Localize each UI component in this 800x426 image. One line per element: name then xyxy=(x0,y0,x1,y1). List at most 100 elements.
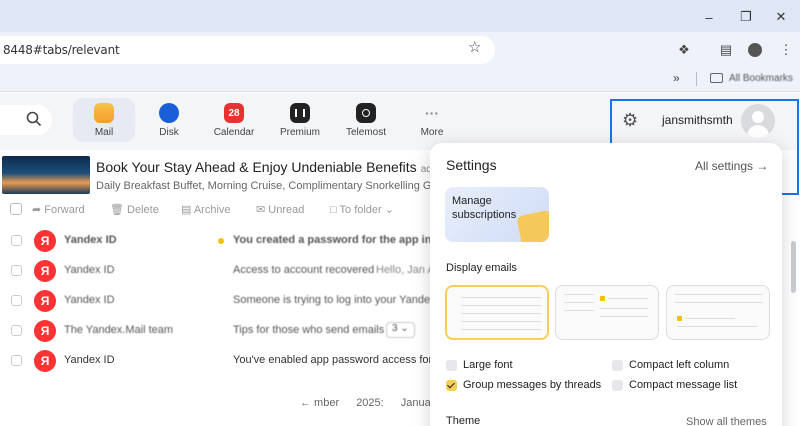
compact-left-checkbox[interactable] xyxy=(612,360,623,371)
message-row[interactable]: Я Yandex ID You created a password for t… xyxy=(0,226,473,256)
message-row[interactable]: Я Yandex ID Someone is trying to log int… xyxy=(0,286,456,316)
message-subject: You've enabled app password access for t… xyxy=(233,354,453,366)
chevron-down-icon: ⌄ xyxy=(397,323,409,334)
message-subject: Access to account recovered xyxy=(233,264,375,276)
close-icon[interactable]: ✕ xyxy=(770,6,792,28)
manage-subscriptions-card[interactable]: Manage subscriptions xyxy=(445,187,549,242)
service-label: Mail xyxy=(94,127,114,138)
compact-list-checkbox[interactable] xyxy=(612,380,623,391)
archive-icon: ▤ xyxy=(181,204,194,216)
sender-avatar: Я xyxy=(34,320,56,342)
message-subject: Tips for those who send emails xyxy=(233,324,385,336)
minimize-icon[interactable]: – xyxy=(698,6,720,28)
service-calendar[interactable]: 28 Calendar xyxy=(203,98,265,142)
service-premium[interactable]: Premium xyxy=(269,98,331,142)
theme-heading: Theme xyxy=(446,415,481,426)
message-row[interactable]: Я Yandex ID You've enabled app password … xyxy=(0,346,452,376)
folder-icon[interactable] xyxy=(710,73,723,83)
compact-left-label[interactable]: Compact left column xyxy=(629,359,729,371)
url-text: 8448#tabs/relevant xyxy=(3,43,120,57)
message-sender: Yandex ID xyxy=(64,294,115,306)
forward-button[interactable]: ➦ Forward xyxy=(32,203,85,216)
scrollbar[interactable] xyxy=(791,241,796,293)
manage-subscriptions-label: Manage subscriptions xyxy=(452,195,517,221)
layout-option-list[interactable] xyxy=(445,285,549,340)
message-subject: Someone is trying to log into your Yande… xyxy=(233,294,456,306)
envelope-icon: ✉ xyxy=(256,204,269,216)
extensions-icon[interactable]: ❖ xyxy=(674,40,694,60)
row-checkbox[interactable] xyxy=(11,355,22,366)
more-icon[interactable]: ⋮ xyxy=(776,40,796,60)
ad-banner[interactable]: Book Your Stay Ahead & Enjoy Undeniable … xyxy=(0,154,458,196)
unread-dot[interactable] xyxy=(218,238,224,244)
message-sender: The Yandex.Mail team xyxy=(64,324,174,336)
group-threads-label[interactable]: Group messages by threads xyxy=(463,379,601,391)
display-emails-heading: Display emails xyxy=(446,262,517,274)
compact-list-label[interactable]: Compact message list xyxy=(629,379,737,391)
settings-popover: Settings All settings → Manage subscripti… xyxy=(430,143,782,426)
message-row[interactable]: Я The Yandex.Mail team Tips for those wh… xyxy=(0,316,440,346)
premium-icon xyxy=(290,103,310,123)
large-font-label[interactable]: Large font xyxy=(463,359,513,371)
layout-option-split-horizontal[interactable] xyxy=(666,285,770,340)
forward-icon: ➦ xyxy=(32,204,45,216)
address-bar[interactable]: 8448#tabs/relevant ☆ xyxy=(0,36,495,64)
divider xyxy=(696,72,697,86)
sender-avatar: Я xyxy=(34,230,56,252)
calendar-icon: 28 xyxy=(224,103,244,123)
profile-icon[interactable] xyxy=(745,40,765,60)
archive-button[interactable]: ▤ Archive xyxy=(181,203,231,216)
service-telemost[interactable]: Telemost xyxy=(335,98,397,142)
restore-icon[interactable]: ❐ xyxy=(735,6,757,28)
select-all-checkbox[interactable] xyxy=(10,203,22,215)
chevron-right-icon[interactable]: » xyxy=(673,71,680,85)
search-box[interactable] xyxy=(0,105,52,135)
sender-avatar: Я xyxy=(34,260,56,282)
ad-image xyxy=(2,156,90,194)
pager-prev[interactable]: ← mber xyxy=(300,397,339,409)
unread-button[interactable]: ✉ Unread xyxy=(256,203,304,216)
row-checkbox[interactable] xyxy=(11,295,22,306)
message-sender: Yandex ID xyxy=(64,234,117,246)
browser-titlebar: – ❐ ✕ xyxy=(0,0,800,32)
calendar-badge: 28 xyxy=(228,107,240,119)
disk-icon xyxy=(159,103,179,123)
telemost-icon xyxy=(356,103,376,123)
thread-count-badge[interactable]: 3 ⌄ xyxy=(386,322,415,338)
message-sender: Yandex ID xyxy=(64,354,115,366)
row-checkbox[interactable] xyxy=(11,325,22,336)
large-font-checkbox[interactable] xyxy=(446,360,457,371)
all-settings-link[interactable]: All settings → xyxy=(695,159,768,173)
to-folder-button[interactable]: □ To folder ⌄ xyxy=(330,203,394,216)
cast-icon[interactable]: ▤ xyxy=(716,40,736,60)
envelope-icon xyxy=(516,209,549,242)
service-disk[interactable]: Disk xyxy=(138,98,200,142)
service-label: Calendar xyxy=(213,127,255,138)
more-icon: ··· xyxy=(425,105,439,121)
layout-option-split-vertical[interactable] xyxy=(555,285,659,340)
message-row[interactable]: Я Yandex ID Access to account recovered … xyxy=(0,256,440,286)
row-checkbox[interactable] xyxy=(11,235,22,246)
search-icon xyxy=(26,111,42,127)
settings-title: Settings xyxy=(446,157,497,173)
trash-icon: 🗑 xyxy=(110,204,128,216)
delete-button[interactable]: 🗑 Delete xyxy=(110,203,159,216)
chevron-down-icon: ⌄ xyxy=(381,204,394,216)
pager-year: 2025: xyxy=(356,397,384,409)
row-checkbox[interactable] xyxy=(11,265,22,276)
service-label: Disk xyxy=(159,127,179,138)
message-sender: Yandex ID xyxy=(64,264,115,276)
show-all-themes-link[interactable]: Show all themes xyxy=(686,416,767,426)
star-icon[interactable]: ☆ xyxy=(468,38,481,56)
service-label: Telemost xyxy=(345,127,386,138)
sender-avatar: Я xyxy=(34,350,56,372)
all-bookmarks-label[interactable]: All Bookmarks xyxy=(729,73,793,84)
group-threads-checkbox[interactable] xyxy=(446,380,457,391)
service-more[interactable]: ··· More xyxy=(401,98,463,142)
ad-title: Book Your Stay Ahead & Enjoy Undeniable … xyxy=(96,159,432,175)
service-mail[interactable]: Mail xyxy=(73,98,135,142)
bookmarks-bar: » All Bookmarks xyxy=(0,66,800,92)
service-label: More xyxy=(420,127,444,138)
ad-subtitle: Daily Breakfast Buffet, Morning Cruise, … xyxy=(96,180,458,192)
message-toolbar: ➦ Forward 🗑 Delete ▤ Archive ✉ Unread □ … xyxy=(0,200,440,220)
